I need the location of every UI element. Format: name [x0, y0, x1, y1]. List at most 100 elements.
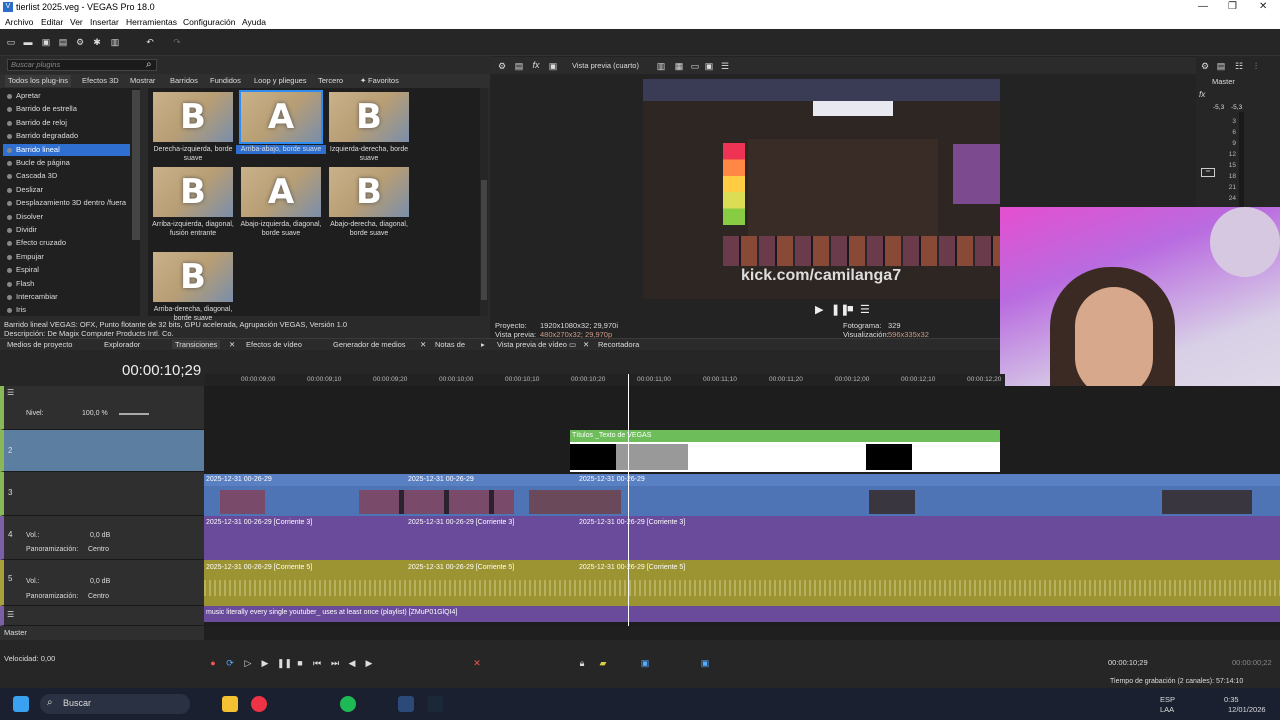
- audio-track-4-header[interactable]: 4 Vol.: 0,0 dB Panoramización: Centro: [0, 516, 204, 560]
- transition-item[interactable]: Iris: [3, 304, 130, 316]
- thumbs-scrollbar[interactable]: [480, 88, 488, 316]
- preview-quality-dropdown[interactable]: Vista previa (cuarto): [572, 61, 639, 70]
- video-track-3-header[interactable]: 3: [0, 472, 204, 516]
- preset-thumbnail[interactable]: B: [329, 92, 409, 142]
- preset-thumbnail[interactable]: B: [329, 167, 409, 217]
- tab-arrow-icon[interactable]: ▸: [481, 340, 485, 349]
- tab-tercero[interactable]: Tercero: [318, 76, 343, 85]
- lock-icon[interactable]: 🔒︎: [577, 658, 587, 668]
- menu-insertar[interactable]: Insertar: [90, 17, 119, 27]
- search-icon[interactable]: ⌕: [47, 697, 53, 708]
- menu-ayuda[interactable]: Ayuda: [242, 17, 266, 27]
- preview-stop-icon[interactable]: ■: [847, 303, 854, 315]
- transition-item[interactable]: Espiral: [3, 264, 130, 276]
- plugin-search-input[interactable]: Buscar plugins: [7, 59, 157, 71]
- loop-icon[interactable]: ⟳: [225, 658, 235, 668]
- menu-archivo[interactable]: Archivo: [5, 17, 33, 27]
- more-icon[interactable]: ☰: [720, 61, 730, 71]
- transition-item[interactable]: Flash: [3, 278, 130, 290]
- tab-generador[interactable]: Generador de medios: [333, 340, 406, 349]
- grid-icon[interactable]: ▥: [656, 61, 666, 71]
- track-menu-icon[interactable]: ☰: [7, 610, 14, 619]
- vegas-taskbar-icon[interactable]: [398, 696, 414, 712]
- go-to-start-icon[interactable]: ⏮: [312, 658, 322, 668]
- open-folder-icon[interactable]: ▬: [23, 37, 33, 47]
- stop-icon[interactable]: ■: [295, 658, 305, 668]
- split-screen-icon[interactable]: ▣: [548, 61, 558, 71]
- menu-configuracion[interactable]: Configuración: [183, 17, 235, 27]
- language-indicator[interactable]: ESP: [1160, 695, 1175, 704]
- undo-icon[interactable]: ↶: [145, 37, 155, 47]
- transition-item[interactable]: Intercambiar: [3, 291, 130, 303]
- properties-gear-icon[interactable]: ⚙: [75, 37, 85, 47]
- windows-start-icon[interactable]: [13, 696, 29, 712]
- go-to-end-icon[interactable]: ⏭: [330, 658, 340, 668]
- spotify-icon[interactable]: [340, 696, 356, 712]
- transition-item[interactable]: Disolver: [3, 211, 130, 223]
- menu-ver[interactable]: Ver: [70, 17, 83, 27]
- steam-icon[interactable]: [427, 696, 443, 712]
- overlay-icon[interactable]: ▦: [674, 61, 684, 71]
- restore-icon[interactable]: ▭: [569, 340, 576, 349]
- close-icon[interactable]: ✕: [583, 340, 589, 349]
- tab-vista-previa[interactable]: Vista previa de vídeo: [497, 340, 567, 349]
- settings-gear-icon[interactable]: ⚙: [1200, 61, 1210, 71]
- search-icon[interactable]: ⌕: [146, 59, 152, 70]
- playhead[interactable]: [628, 374, 629, 626]
- tab-efectos-3d[interactable]: Efectos 3D: [82, 76, 119, 85]
- transition-item[interactable]: Barrido degradado: [3, 130, 130, 142]
- pause-icon[interactable]: ❚❚: [277, 658, 292, 668]
- tab-barridos[interactable]: Barridos: [170, 76, 198, 85]
- settings-gear-icon[interactable]: ⚙: [497, 61, 507, 71]
- fader-icon[interactable]: ⫶: [1251, 61, 1261, 71]
- video-clip[interactable]: 2025-12-31 00-26-29 2025-12-31 00-26-29 …: [204, 474, 1280, 516]
- music-track-header[interactable]: ☰: [0, 606, 204, 626]
- render-icon[interactable]: ▥: [110, 37, 120, 47]
- mixer-icon[interactable]: ☷: [1234, 61, 1244, 71]
- list-scrollbar[interactable]: [132, 90, 140, 240]
- close-icon[interactable]: ✕: [420, 340, 426, 349]
- video-track-2-header[interactable]: 2: [0, 430, 204, 472]
- save-as-icon[interactable]: ▤: [58, 37, 68, 47]
- tab-explorador[interactable]: Explorador: [104, 340, 140, 349]
- preset-thumbnail[interactable]: B: [153, 252, 233, 302]
- menu-editar[interactable]: Editar: [41, 17, 63, 27]
- transition-item[interactable]: Apretar: [3, 90, 130, 102]
- preview-play-icon[interactable]: ▶: [815, 303, 823, 316]
- transition-item[interactable]: Efecto cruzado: [3, 237, 130, 249]
- tab-favoritos[interactable]: Favoritos: [368, 76, 399, 85]
- title-clip[interactable]: Títulos _Texto de VEGAS: [570, 430, 1000, 472]
- redo-icon[interactable]: ↷: [172, 37, 182, 47]
- close-icon[interactable]: ✕: [229, 340, 235, 349]
- prev-frame-icon[interactable]: ◀: [347, 658, 357, 668]
- preset-thumbnail[interactable]: A: [239, 90, 323, 144]
- close-button[interactable]: ✕: [1259, 1, 1267, 12]
- transition-item[interactable]: Cascada 3D: [3, 170, 130, 182]
- fx-icon[interactable]: fx: [1199, 90, 1205, 99]
- menu-herramientas[interactable]: Herramientas: [126, 17, 177, 27]
- tab-efectos-video[interactable]: Efectos de vídeo: [246, 340, 302, 349]
- preset-thumbnail[interactable]: B: [153, 92, 233, 142]
- tab-fundidos[interactable]: Fundidos: [210, 76, 241, 85]
- tab-mostrar[interactable]: Mostrar: [130, 76, 155, 85]
- fx-icon[interactable]: fx: [531, 60, 541, 70]
- clock[interactable]: 0:35: [1224, 695, 1239, 704]
- master-fader-handle[interactable]: ═: [1201, 168, 1215, 177]
- chrome-icon[interactable]: [251, 696, 267, 712]
- copy-snapshot-icon[interactable]: ▭: [690, 61, 700, 71]
- tab-todos[interactable]: Todos los plug-ins: [5, 75, 72, 87]
- tab-medios[interactable]: Medios de proyecto: [7, 340, 72, 349]
- tab-notas[interactable]: Notas de: [435, 340, 465, 349]
- track-menu-icon[interactable]: ☰: [7, 388, 14, 397]
- transition-item[interactable]: Empujar: [3, 251, 130, 263]
- transition-item[interactable]: Bucle de página: [3, 157, 130, 169]
- marker-icon[interactable]: ▰: [598, 658, 608, 668]
- next-frame-icon[interactable]: ▶: [364, 658, 374, 668]
- transition-item[interactable]: Barrido lineal: [3, 143, 130, 156]
- layout-indicator[interactable]: LAA: [1160, 705, 1174, 714]
- preview-menu-icon[interactable]: ☰: [860, 303, 870, 316]
- transition-item[interactable]: Deslizar: [3, 184, 130, 196]
- audio-clip-5[interactable]: 2025-12-31 00-26-29 [Corriente 5] 2025-1…: [204, 560, 1280, 606]
- video-track-1-header[interactable]: Nivel: 100,0 % ☰: [0, 386, 204, 430]
- nivel-slider[interactable]: [119, 413, 149, 415]
